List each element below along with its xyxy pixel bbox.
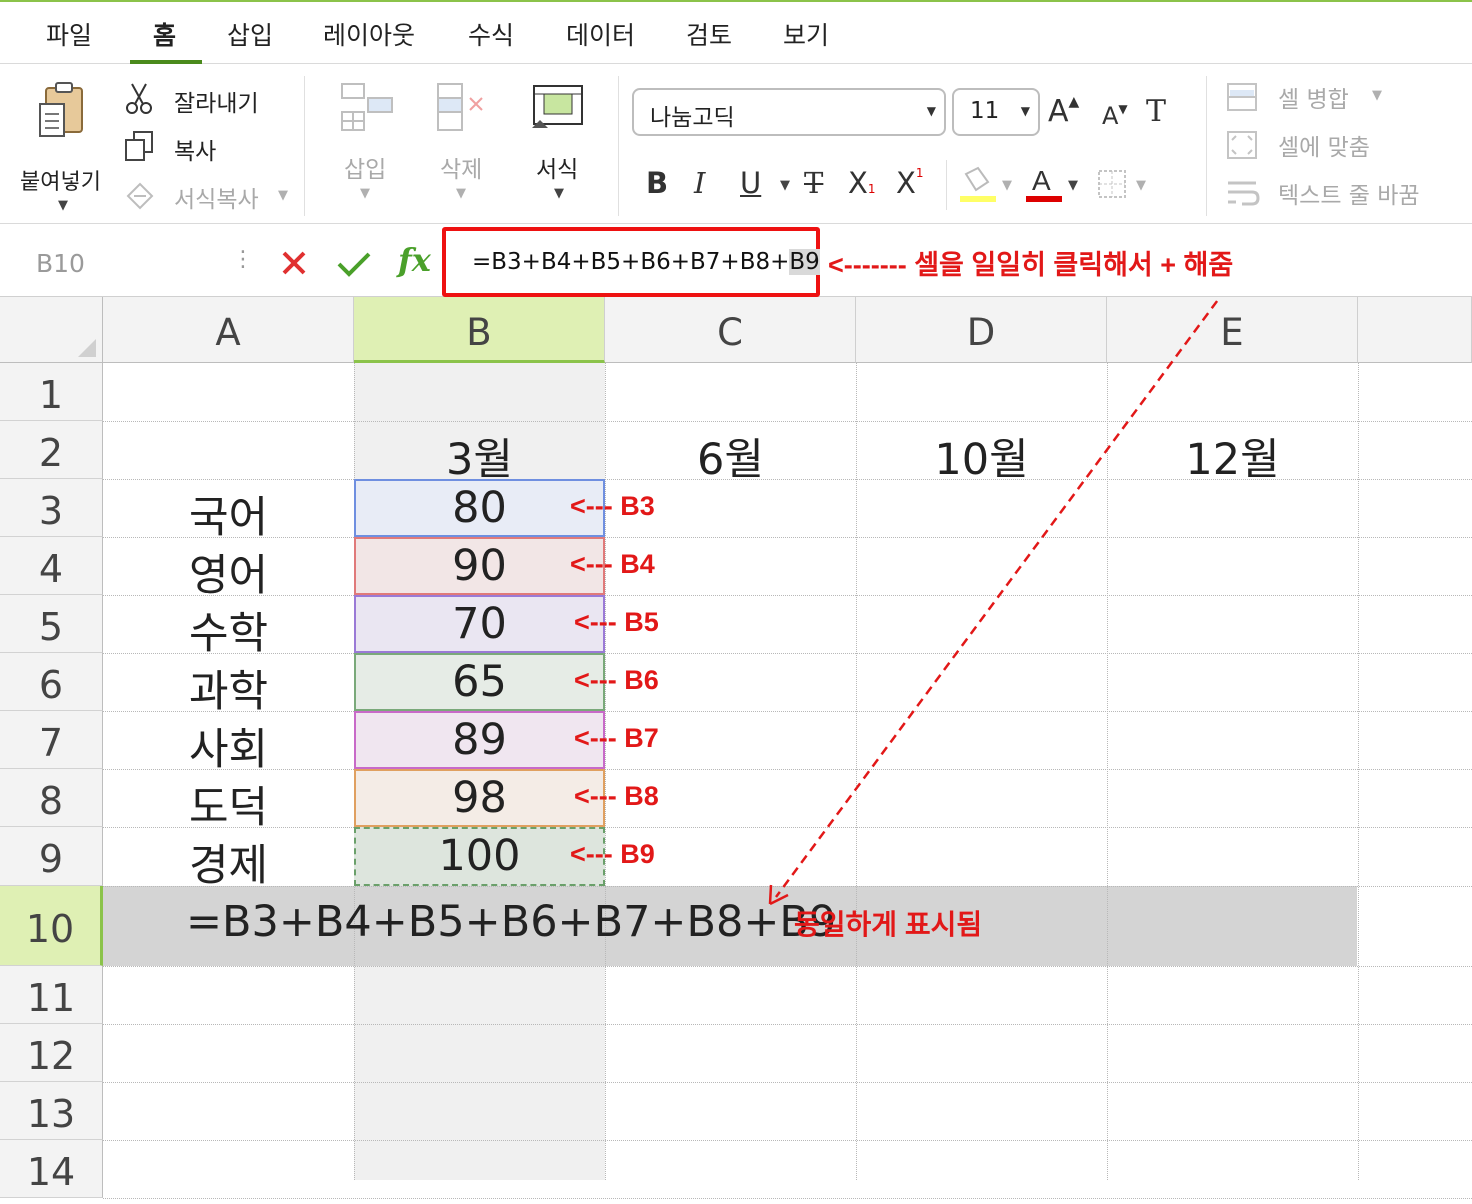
paste-dropdown-icon[interactable]: ▼	[58, 198, 68, 213]
formula-text: =B3+B4+B5+B6+B7+B8+B9	[472, 249, 820, 275]
function-icon[interactable]: fx	[398, 241, 431, 279]
chevron-down-icon: ▼	[1020, 104, 1030, 118]
decrease-font-size-icon[interactable]: A▼	[1102, 102, 1128, 130]
tab-review[interactable]: 검토	[686, 16, 732, 52]
more-icon[interactable]: ⋮	[232, 247, 254, 272]
superscript-icon[interactable]: X1	[896, 166, 924, 200]
tab-file[interactable]: 파일	[46, 16, 92, 52]
copy-label: 복사	[174, 139, 217, 165]
wrap-text-icon	[1228, 181, 1260, 206]
font-color-icon[interactable]: A	[1024, 164, 1064, 204]
annotation-arrow	[768, 297, 1222, 906]
merge-cells-button[interactable]: 셀 병합 ▼	[1226, 80, 1466, 116]
format-dropdown-icon[interactable]: ▼	[554, 186, 564, 201]
delete-dropdown-icon[interactable]: ▼	[456, 186, 466, 201]
merge-cells-label: 셀 병합	[1278, 87, 1349, 113]
tab-insert[interactable]: 삽입	[227, 16, 273, 52]
subscript-icon[interactable]: X1	[848, 166, 876, 200]
strikethrough-icon[interactable]: T	[804, 166, 823, 200]
bold-icon[interactable]: B	[646, 166, 668, 200]
row-gridline	[103, 1198, 1472, 1199]
ribbon-toolbar: 붙여넣기 ▼ 잘라내기 복사 서식복사 ▼ 삽입 ▼ 삭제 ▼ 서식 ▼ 나눔고…	[0, 64, 1472, 224]
merge-cells-icon	[1227, 83, 1257, 111]
italic-icon[interactable]: I	[694, 166, 705, 200]
cut-label: 잘라내기	[174, 91, 259, 117]
wrap-text-button[interactable]: 텍스트 줄 바꿈	[1226, 176, 1466, 212]
ribbon-separator	[1206, 76, 1207, 216]
font-size-value: 11	[970, 98, 1000, 124]
paste-button[interactable]: 붙여넣기 ▼	[18, 78, 108, 213]
brush-icon	[126, 182, 154, 210]
merge-dropdown-icon[interactable]: ▼	[1372, 88, 1382, 103]
formula-bar: B10 ⋮ fx =B3+B4+B5+B6+B7+B8+B9 <------- …	[0, 225, 1472, 297]
row10-annotation: 동일하게 표시됨	[794, 909, 983, 940]
ribbon-separator	[618, 76, 619, 216]
cut-button[interactable]: 잘라내기	[124, 82, 284, 118]
tab-view[interactable]: 보기	[783, 16, 829, 52]
clipboard-icon	[39, 82, 83, 137]
paste-label: 붙여넣기	[20, 170, 101, 195]
ribbon-separator	[304, 76, 305, 216]
formula-main: =B3+B4+B5+B6+B7+B8+	[472, 249, 790, 275]
copy-button[interactable]: 복사	[124, 130, 284, 166]
fit-to-cell-button[interactable]: 셀에 맞춤	[1226, 128, 1466, 164]
underline-icon[interactable]: U	[740, 166, 761, 200]
border-dropdown-icon[interactable]: ▼	[1136, 178, 1146, 193]
cancel-icon[interactable]	[280, 249, 308, 277]
chevron-down-icon: ▼	[926, 104, 936, 118]
fit-to-cell-icon	[1227, 131, 1257, 159]
formula-annotation: <------- 셀을 일일히 클릭해서 + 해줌	[828, 250, 1234, 280]
svg-text:A: A	[1032, 165, 1051, 196]
wrap-text-label: 텍스트 줄 바꿈	[1278, 183, 1420, 209]
copy-icon	[125, 131, 153, 161]
fit-to-cell-label: 셀에 맞춤	[1278, 135, 1370, 161]
name-box[interactable]: B10	[36, 249, 85, 278]
clear-format-icon[interactable]: T	[1146, 94, 1166, 129]
tab-formulas[interactable]: 수식	[468, 16, 514, 52]
border-icon[interactable]	[1096, 168, 1130, 202]
formula-last-ref: B9	[789, 249, 820, 275]
tab-data[interactable]: 데이터	[566, 16, 635, 52]
insert-cells-button[interactable]: 삽입 ▼	[334, 80, 398, 210]
fill-color-dropdown-icon[interactable]: ▼	[1002, 178, 1012, 193]
underline-dropdown-icon[interactable]: ▼	[780, 178, 790, 193]
spreadsheet-grid: ABCDE 1 2 3 4 5 6 7 8 9 10 11 12 13 14 3월 6월 10월 12월 국어 80…	[0, 297, 1472, 1199]
menu-tab-bar: 파일 홈 삽입 레이아웃 수식 데이터 검토 보기	[0, 0, 1472, 65]
ribbon-separator	[946, 160, 947, 210]
delete-cells-button[interactable]: 삭제 ▼	[430, 80, 494, 210]
confirm-icon[interactable]	[336, 249, 372, 279]
font-color-dropdown-icon[interactable]: ▼	[1068, 178, 1078, 193]
format-cells-button[interactable]: 서식 ▼	[526, 80, 590, 210]
format-painter-button[interactable]: 서식복사 ▼	[124, 178, 294, 214]
insert-dropdown-icon[interactable]: ▼	[360, 186, 370, 201]
insert-cells-icon	[341, 83, 393, 131]
tab-layout[interactable]: 레이아웃	[323, 16, 415, 52]
fill-color-icon[interactable]	[958, 164, 998, 204]
format-painter-label: 서식복사	[174, 187, 259, 213]
delete-cells-icon	[437, 83, 483, 131]
formula-input[interactable]: =B3+B4+B5+B6+B7+B8+B9	[442, 227, 820, 297]
insert-cells-label: 삽입	[344, 157, 387, 183]
format-painter-dropdown-icon[interactable]: ▼	[278, 188, 288, 203]
tab-home[interactable]: 홈	[153, 16, 176, 52]
increase-font-size-icon[interactable]: A▲	[1048, 94, 1079, 129]
format-cells-label: 서식	[536, 157, 579, 183]
format-cells-icon	[532, 85, 583, 128]
scissors-icon	[126, 83, 152, 114]
font-name-value: 나눔고딕	[650, 105, 735, 131]
font-size-select[interactable]: 11 ▼	[952, 88, 1040, 136]
font-name-select[interactable]: 나눔고딕 ▼	[632, 88, 946, 136]
row10-formula-text: =B3+B4+B5+B6+B7+B8+B9	[186, 897, 837, 947]
delete-cells-label: 삭제	[440, 157, 483, 183]
